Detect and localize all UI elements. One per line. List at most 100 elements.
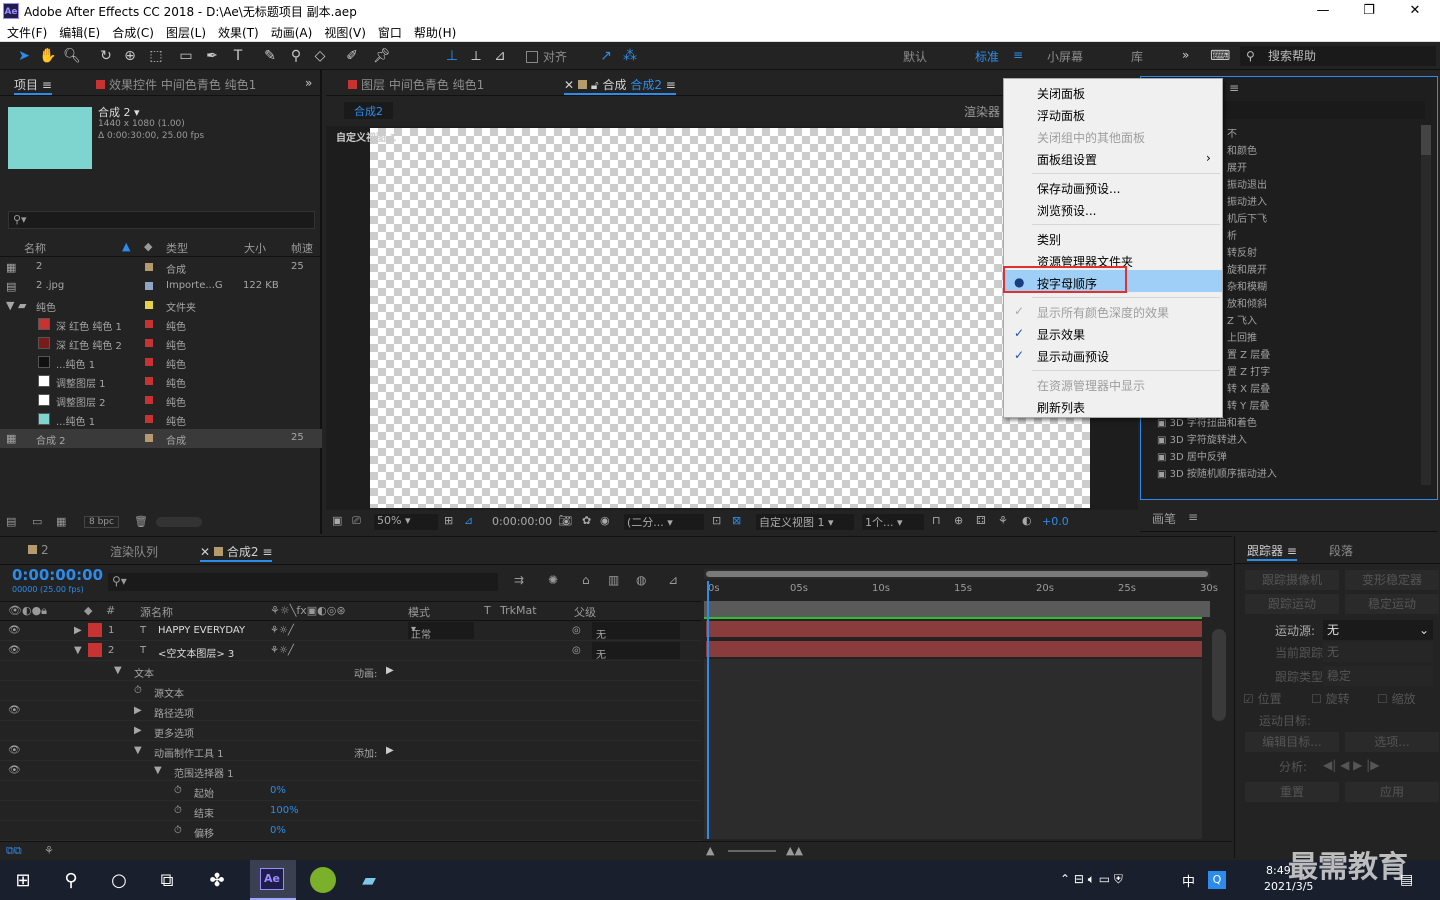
reset-exposure-icon[interactable]: ⊕ xyxy=(954,514,963,527)
windows-start-icon[interactable]: ⊞ xyxy=(10,868,36,894)
project-item[interactable]: ▦ 2 合成 25 xyxy=(0,258,322,277)
close-tab-icon[interactable]: ✕ xyxy=(564,78,574,92)
eye-icon[interactable]: 👁︎ xyxy=(8,645,21,656)
effect-preset-item[interactable]: ▣ 3D 字符旋转进入 xyxy=(1157,431,1247,448)
timeline-search-input[interactable]: ⚲▾ xyxy=(108,573,498,591)
snap-edge-icon[interactable]: ↗ xyxy=(596,46,616,66)
shy-layers-icon[interactable]: ⌂ xyxy=(582,573,590,587)
workspace-small-screen[interactable]: 小屏幕 xyxy=(1047,48,1083,65)
label-color[interactable] xyxy=(145,377,153,385)
project-item[interactable]: ▦ 合成 2 合成 25 xyxy=(0,429,322,448)
layer-name[interactable]: <空文本图层> 3 xyxy=(158,645,234,660)
track-type-select[interactable]: 稳定 xyxy=(1323,666,1433,686)
view-select[interactable]: 自定义视图 1 ▾ xyxy=(756,514,854,530)
toggle-switches-icon[interactable]: ⧉⧉ xyxy=(6,844,22,858)
pick-whip-icon[interactable]: ◎ xyxy=(572,625,581,636)
stabilize-motion-button[interactable]: 稳定运动 xyxy=(1345,594,1439,614)
label-color[interactable] xyxy=(145,301,153,309)
twirl-arrow-icon[interactable]: ▼ xyxy=(134,745,142,756)
camera-tool-icon[interactable]: ⊕ xyxy=(120,46,140,66)
pen-tool-icon[interactable]: ✒ xyxy=(202,46,222,66)
timeline-icon[interactable]: ⚘ xyxy=(998,514,1008,527)
label-icon[interactable]: ◆ xyxy=(84,604,92,617)
menu-item[interactable]: 显示效果 xyxy=(1037,326,1085,343)
clock-time[interactable]: 8:49 xyxy=(1266,864,1291,877)
column-t[interactable]: T xyxy=(484,604,491,617)
effect-preset-item[interactable]: 杂和模糊 xyxy=(1227,278,1267,295)
zoom-select[interactable]: 50% ▾ xyxy=(374,514,438,530)
workspace-library[interactable]: 库 xyxy=(1131,48,1143,65)
menu-item[interactable]: 在资源管理器中显示 xyxy=(1037,377,1145,394)
tab-composition[interactable]: ✕ 🔓︎ 合成 合成2 ≡ xyxy=(564,76,676,95)
sync-settings-icon[interactable]: ⌨ xyxy=(1210,46,1230,66)
timeline-property-row[interactable]: ⏱ 源文本 xyxy=(0,681,702,701)
roto-brush-tool-icon[interactable]: ✐ xyxy=(342,46,362,66)
effect-preset-item[interactable]: 展开 xyxy=(1227,159,1247,176)
effect-preset-item[interactable]: 置 Z 打字 xyxy=(1227,363,1270,380)
tab-brush[interactable]: 画笔 xyxy=(1152,510,1176,527)
zoom-tool-icon[interactable]: 🔍︎ xyxy=(62,46,82,66)
close-icon[interactable]: ✕ xyxy=(1392,0,1438,22)
add-animator-icon[interactable]: ▶ xyxy=(386,665,394,676)
workspace-default[interactable]: 默认 xyxy=(903,48,927,65)
scale-checkbox[interactable]: ☐ 缩放 xyxy=(1377,690,1416,707)
analyze-controls[interactable]: ◀| ◀ ▶ |▶ xyxy=(1323,758,1379,772)
more-tabs-icon[interactable]: » xyxy=(305,76,312,90)
warp-stabilizer-button[interactable]: 变形稳定器 xyxy=(1345,570,1439,590)
apply-button[interactable]: 应用 xyxy=(1345,782,1439,802)
bit-depth-button[interactable]: 8 bpc xyxy=(84,516,119,528)
time-ruler[interactable]: 0s 05s 10s 15s 20s 25s 30s xyxy=(704,581,1218,601)
comp-breadcrumb[interactable]: 合成2 xyxy=(344,102,393,119)
property-value[interactable]: 0% xyxy=(270,785,286,796)
timeline-property-row[interactable]: 👁︎ ▼ 范围选择器 1 xyxy=(0,761,702,781)
label-color[interactable] xyxy=(145,358,153,366)
stopwatch-icon[interactable]: ⏱ xyxy=(174,805,182,816)
menu-file[interactable]: 文件(F) xyxy=(0,22,52,41)
layer-bar-1[interactable] xyxy=(706,621,1202,637)
column-size[interactable]: 大小 xyxy=(244,240,266,256)
effect-preset-item[interactable]: 旋和展开 xyxy=(1227,261,1267,278)
collapse-arrow-icon[interactable]: ▼ xyxy=(74,645,82,656)
menu-item[interactable]: 刷新列表 xyxy=(1037,399,1085,416)
layer-switches[interactable]: ⚘☼╱ xyxy=(270,625,294,636)
taskbar-after-effects[interactable]: Ae xyxy=(250,860,296,900)
menu-item[interactable]: 显示动画预设 xyxy=(1037,348,1109,365)
label-column-icon[interactable]: ◆ xyxy=(144,240,152,253)
current-track-select[interactable]: 无 xyxy=(1323,642,1433,662)
reset-button[interactable]: 重置 xyxy=(1245,782,1339,802)
column-parent[interactable]: 父级 xyxy=(574,604,596,620)
pick-whip-icon[interactable]: ◎ xyxy=(572,645,581,656)
stopwatch-icon[interactable]: ⏱ xyxy=(134,685,142,696)
eye-icon[interactable]: 👁︎ xyxy=(8,705,21,716)
column-trkmat[interactable]: TrkMat xyxy=(500,604,537,617)
label-color[interactable] xyxy=(145,263,153,271)
label-color[interactable] xyxy=(145,282,153,290)
tab-project[interactable]: 项目 ≡ xyxy=(14,76,52,95)
roi-icon[interactable]: ⊡ xyxy=(712,514,721,527)
animate-label[interactable]: 动画: xyxy=(354,665,377,680)
brush-tool-icon[interactable]: ✎ xyxy=(260,46,280,66)
blend-mode-select[interactable]: 正常 ▾ xyxy=(408,622,474,641)
av-features-icon[interactable]: 👁︎◐●🔒︎ xyxy=(8,604,47,618)
always-preview-icon[interactable]: ▣ xyxy=(332,514,342,527)
label-color[interactable] xyxy=(145,434,153,442)
timeline-property-row[interactable]: ▼ 文本 动画: ▶ xyxy=(0,661,702,681)
work-area-bar[interactable] xyxy=(704,569,1210,579)
menu-item[interactable]: 关闭组中的其他面板 xyxy=(1037,129,1145,146)
tab-layer[interactable]: 图层 中间色青色 纯色1 xyxy=(348,76,484,93)
tab-render-queue[interactable]: 渲染队列 xyxy=(110,543,158,560)
motion-source-select[interactable]: 无 ⌄ xyxy=(1323,620,1433,640)
expand-arrow-icon[interactable]: ▶ xyxy=(74,625,82,636)
track-camera-button[interactable]: 跟踪摄像机 xyxy=(1245,570,1339,590)
local-axis-icon[interactable]: ⊥ xyxy=(442,46,462,66)
thumbnail-slider[interactable] xyxy=(156,517,202,527)
column-type[interactable]: 类型 xyxy=(166,240,188,256)
effect-preset-item[interactable]: 转 X 层叠 xyxy=(1227,380,1270,397)
layer-bar-2[interactable] xyxy=(706,641,1202,657)
safe-areas-icon[interactable]: ⊿ xyxy=(464,514,473,527)
timeline-property-row[interactable]: 👁︎ ▼ 动画制作工具 1 添加: ▶ xyxy=(0,741,702,761)
stopwatch-icon[interactable]: ⏱ xyxy=(174,785,182,796)
twirl-arrow-icon[interactable]: ▼ xyxy=(154,765,162,776)
rectangle-tool-icon[interactable]: ▭ xyxy=(176,46,196,66)
timeline-property-row[interactable]: ⏱ 结束 100% xyxy=(0,801,702,821)
